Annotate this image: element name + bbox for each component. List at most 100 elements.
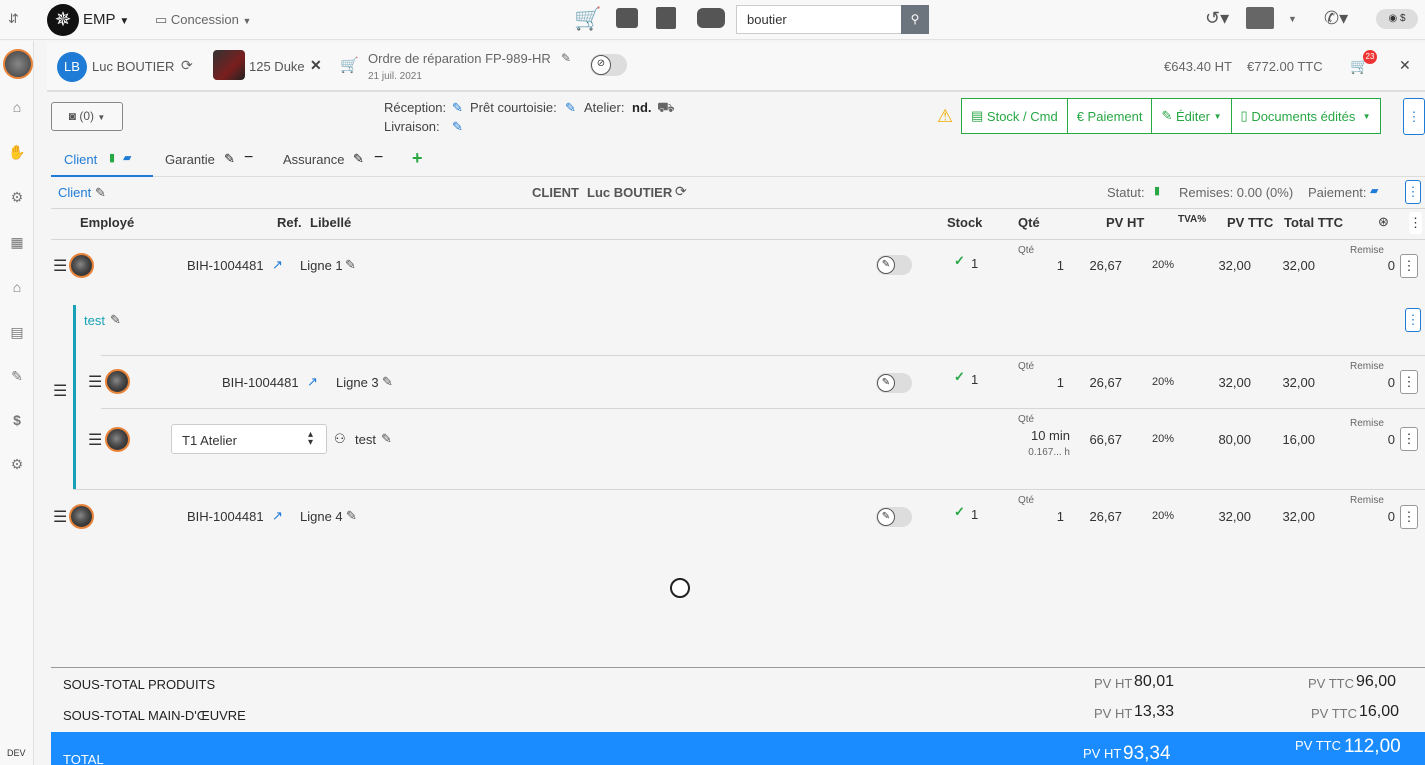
more-actions-button[interactable]: ⋮ xyxy=(1403,98,1425,135)
phone-icon[interactable]: ✆▾ xyxy=(1324,8,1348,29)
edit-pret-icon[interactable]: ✎ xyxy=(565,100,576,116)
employee-avatar[interactable] xyxy=(105,427,130,452)
caret-down-icon[interactable]: ▼ xyxy=(1288,14,1297,24)
brand-logo[interactable]: ✵ xyxy=(47,4,79,36)
edit-group-icon[interactable]: ✎ xyxy=(110,312,121,328)
calendar-moto-icon[interactable] xyxy=(616,8,638,28)
line-qty[interactable]: 10 min xyxy=(1010,428,1070,443)
line-pvht[interactable]: 26,67 xyxy=(1080,258,1122,273)
handshake-icon[interactable]: ✋ xyxy=(7,143,27,161)
columns-more-button[interactable]: ⋮ xyxy=(1409,212,1422,234)
drag-handle-icon[interactable]: ☰ xyxy=(53,507,67,527)
employee-avatar[interactable] xyxy=(105,369,130,394)
line-remise[interactable]: 0 xyxy=(1370,258,1395,273)
line-qty[interactable]: 1 xyxy=(1030,509,1064,524)
edit-garantie-icon[interactable]: ✎ xyxy=(224,151,235,167)
search-input[interactable] xyxy=(736,5,902,34)
line-pvht[interactable]: 26,67 xyxy=(1080,509,1122,524)
drag-handle-icon[interactable]: ☰ xyxy=(53,256,67,276)
line-pvttc[interactable]: 32,00 xyxy=(1200,375,1251,390)
labour-rate-select[interactable]: T1 Atelier ▴ ▾ xyxy=(171,424,327,454)
edit-assurance-icon[interactable]: ✎ xyxy=(353,151,364,167)
refresh-client-icon[interactable]: ⟳ xyxy=(675,183,687,200)
edit-client-icon[interactable]: ✎ xyxy=(95,185,106,201)
line-more-button[interactable]: ⋮ xyxy=(1400,370,1418,394)
line-more-button[interactable]: ⋮ xyxy=(1400,427,1418,451)
tab-garantie[interactable]: Garantie xyxy=(165,152,215,167)
close-order-icon[interactable]: ✕ xyxy=(1399,57,1411,74)
collapse-sidebar-icon[interactable]: ⇵ xyxy=(8,11,19,27)
workshop-toggle[interactable]: ✎ xyxy=(876,255,912,275)
moto-cart-icon[interactable] xyxy=(697,8,725,28)
boxes-icon[interactable]: ▦ xyxy=(7,233,27,251)
employee-avatar[interactable] xyxy=(69,504,94,529)
add-tab-icon[interactable]: + xyxy=(412,148,423,169)
history-icon[interactable]: ↺▾ xyxy=(1205,8,1229,29)
photos-button[interactable]: ◙ (0) ▼ xyxy=(51,102,123,131)
remove-assurance-icon[interactable]: − xyxy=(374,149,383,167)
workshop-toggle[interactable]: ✎ xyxy=(876,373,912,393)
stock-button[interactable]: ▤ Stock / Cmd xyxy=(961,98,1068,134)
line-pvttc[interactable]: 80,00 xyxy=(1200,432,1251,447)
drag-handle-icon[interactable]: ☰ xyxy=(88,430,102,450)
line-remise[interactable]: 0 xyxy=(1370,375,1395,390)
edit-line-icon[interactable]: ✎ xyxy=(382,374,393,390)
editer-button[interactable]: ✎ Éditer ▼ xyxy=(1152,98,1232,134)
remove-garantie-icon[interactable]: − xyxy=(244,149,253,167)
wrench-icon[interactable]: ✎ xyxy=(7,367,27,385)
drag-handle-icon[interactable]: ☰ xyxy=(88,372,102,392)
user-cog-icon[interactable]: ⚇ xyxy=(334,431,346,447)
group-more-button[interactable]: ⋮ xyxy=(1405,308,1421,332)
edit-reception-icon[interactable]: ✎ xyxy=(452,100,463,116)
client-more-button[interactable]: ⋮ xyxy=(1405,180,1421,204)
refresh-icon[interactable]: ⟳ xyxy=(181,57,193,74)
store-selector[interactable]: ▭ Concession ▼ xyxy=(155,12,251,28)
line-qty[interactable]: 1 xyxy=(1030,258,1064,273)
group-name[interactable]: test xyxy=(84,313,105,328)
vehicle-thumbnail[interactable] xyxy=(213,50,245,80)
tab-assurance[interactable]: Assurance xyxy=(283,152,344,167)
vehicle-name[interactable]: 125 Duke xyxy=(249,59,305,74)
group-drag-handle-icon[interactable]: ☰ xyxy=(53,381,67,401)
user-avatar[interactable] xyxy=(3,49,33,79)
edit-livraison-icon[interactable]: ✎ xyxy=(452,119,463,135)
line-remise[interactable]: 0 xyxy=(1370,509,1395,524)
workshop-toggle[interactable]: ✎ xyxy=(876,507,912,527)
line-more-button[interactable]: ⋮ xyxy=(1400,254,1418,278)
search-button[interactable]: ⚲ xyxy=(901,5,929,34)
line-pvht[interactable]: 26,67 xyxy=(1080,375,1122,390)
truck-icon[interactable]: ⛟ xyxy=(657,99,675,118)
brand-menu[interactable]: EMP ▼ xyxy=(83,11,129,28)
edit-icon[interactable]: ✎ xyxy=(561,51,571,65)
dollar-icon[interactable]: $ xyxy=(7,411,27,429)
line-remise[interactable]: 0 xyxy=(1370,432,1395,447)
workorder-icon[interactable] xyxy=(656,7,676,29)
calendar-icon[interactable]: ▤ xyxy=(7,323,27,341)
paiement-button[interactable]: € Paiement xyxy=(1067,98,1153,134)
cart-icon[interactable]: 🛒 xyxy=(574,6,601,32)
order-toggle[interactable]: ⊘ xyxy=(590,54,627,76)
client-link[interactable]: Client xyxy=(58,185,91,200)
warehouse-icon[interactable]: ⌂ xyxy=(7,278,27,296)
tab-client[interactable]: Client ▮ ▰ xyxy=(51,146,153,177)
edit-line-icon[interactable]: ✎ xyxy=(381,431,392,447)
privacy-toggle[interactable]: ◉ $ xyxy=(1376,9,1418,29)
motorcycle-icon[interactable]: ⚙ xyxy=(7,188,27,206)
warehouse-icon[interactable] xyxy=(1246,7,1274,29)
external-link-icon[interactable]: ↗ xyxy=(272,508,283,524)
documents-button[interactable]: ▯ Documents édités ▼ xyxy=(1231,98,1381,134)
settings-icon[interactable]: ⚙ xyxy=(7,455,27,473)
external-link-icon[interactable]: ↗ xyxy=(272,257,283,273)
line-qty[interactable]: 1 xyxy=(1030,375,1064,390)
customer-avatar[interactable]: LB xyxy=(57,52,87,82)
edit-line-icon[interactable]: ✎ xyxy=(346,508,357,524)
home-icon[interactable]: ⌂ xyxy=(7,98,27,116)
line-pvttc[interactable]: 32,00 xyxy=(1200,509,1251,524)
line-more-button[interactable]: ⋮ xyxy=(1400,505,1418,529)
close-icon[interactable]: ✕ xyxy=(310,57,322,74)
employee-avatar[interactable] xyxy=(69,253,94,278)
edit-line-icon[interactable]: ✎ xyxy=(345,257,356,273)
external-link-icon[interactable]: ↗ xyxy=(307,374,318,390)
line-pvttc[interactable]: 32,00 xyxy=(1200,258,1251,273)
customer-name[interactable]: Luc BOUTIER xyxy=(92,59,174,74)
